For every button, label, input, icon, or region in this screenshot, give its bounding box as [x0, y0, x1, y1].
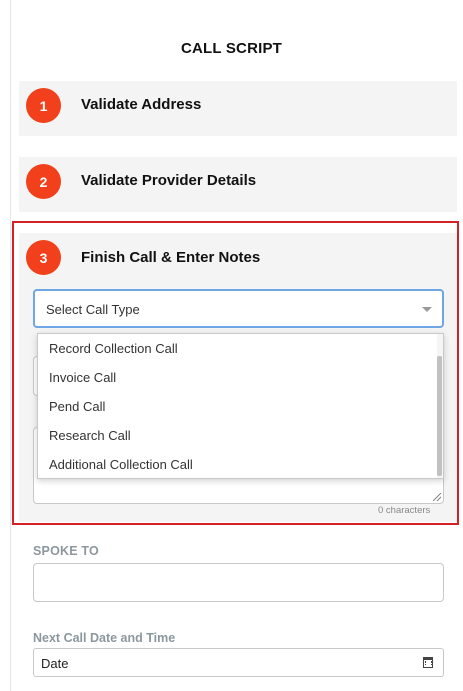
dropdown-option-research-call[interactable]: Research Call — [49, 428, 131, 443]
call-type-select[interactable]: Select Call Type — [33, 289, 444, 328]
dropdown-scrollbar-thumb[interactable] — [437, 356, 442, 476]
step-validate-provider-details[interactable]: 2 Validate Provider Details — [19, 157, 457, 212]
step-label: Finish Call & Enter Notes — [81, 249, 261, 266]
notes-character-count: 0 characters — [378, 505, 431, 516]
next-call-label: Next Call Date and Time — [33, 631, 176, 645]
step-number-badge: 2 — [26, 164, 61, 199]
dropdown-option-pend-call[interactable]: Pend Call — [49, 399, 105, 414]
step-number-badge: 3 — [26, 240, 61, 275]
resize-handle-icon[interactable] — [433, 493, 441, 501]
left-divider — [10, 0, 11, 691]
step-label: Validate Provider Details — [81, 172, 257, 189]
step-label: Validate Address — [81, 96, 202, 113]
chevron-down-icon — [422, 307, 432, 312]
step-validate-address[interactable]: 1 Validate Address — [19, 81, 457, 136]
call-type-selected-value: Select Call Type — [46, 302, 140, 317]
next-call-date-input[interactable]: Date — [33, 648, 444, 677]
dropdown-scrollbar[interactable] — [437, 334, 443, 478]
calendar-icon[interactable] — [423, 657, 433, 668]
spoke-to-input[interactable] — [33, 563, 444, 602]
dropdown-option-record-collection-call[interactable]: Record Collection Call — [49, 341, 178, 356]
step-number-badge: 1 — [26, 88, 61, 123]
date-placeholder: Date — [41, 656, 69, 671]
dropdown-option-invoice-call[interactable]: Invoice Call — [49, 370, 116, 385]
spoke-to-label: SPOKE TO — [33, 544, 99, 558]
page-title: CALL SCRIPT — [180, 40, 283, 57]
call-type-dropdown-list: Record Collection Call Invoice Call Pend… — [37, 333, 444, 479]
dropdown-option-additional-collection-call[interactable]: Additional Collection Call — [49, 457, 193, 472]
